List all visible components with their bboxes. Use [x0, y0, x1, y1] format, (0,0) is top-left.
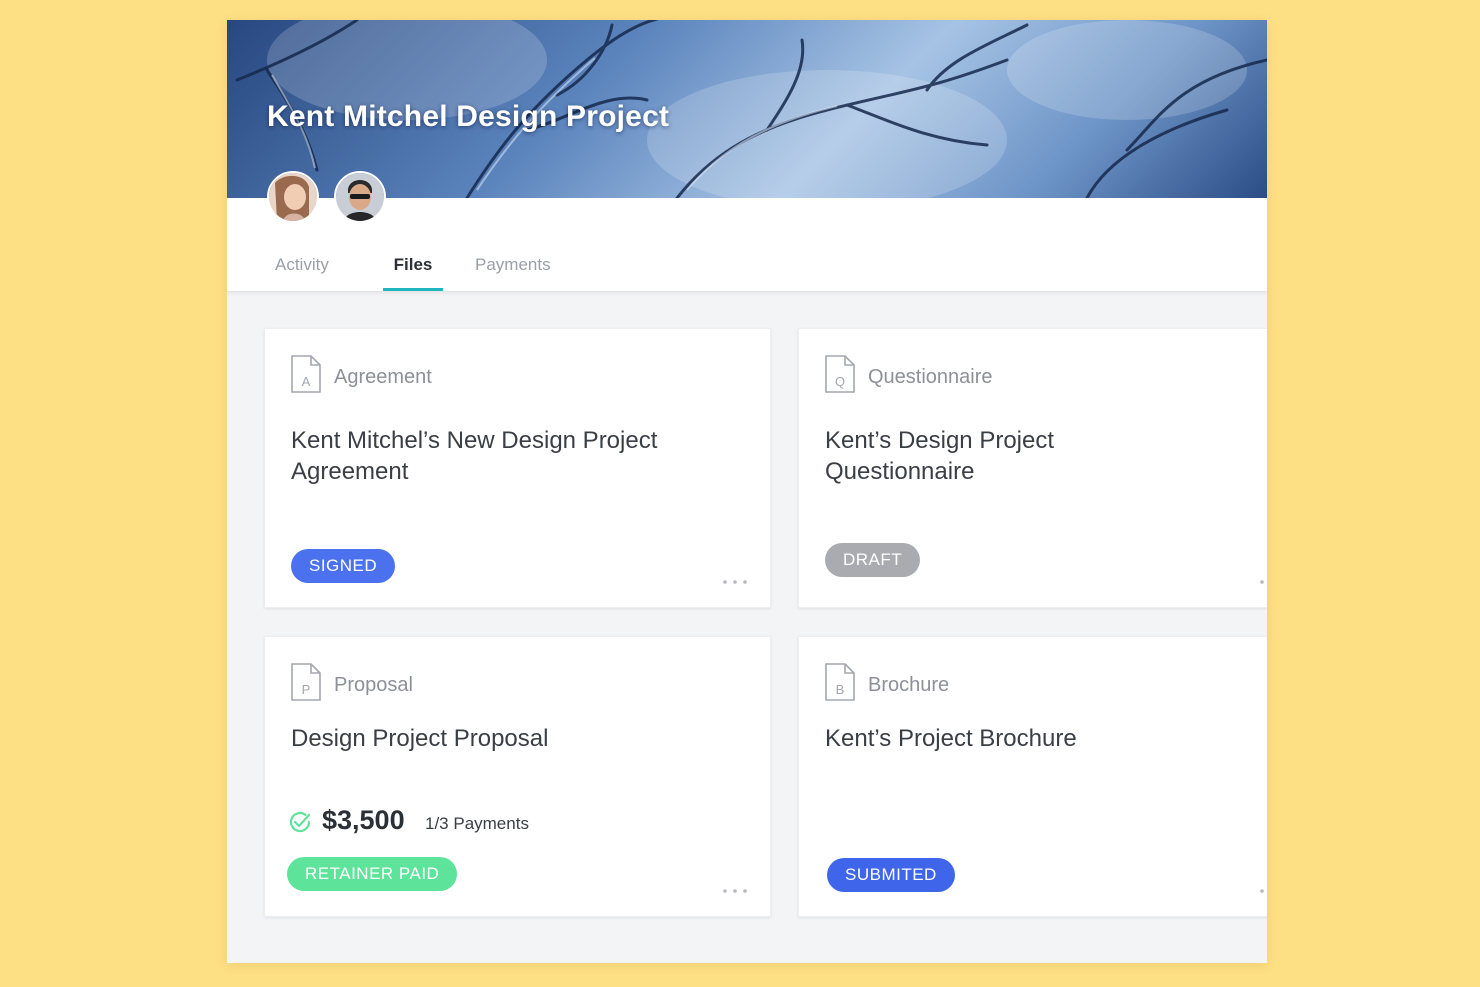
cover-image: Kent Mitchel Design Project — [227, 20, 1267, 198]
tab-activity[interactable]: Activity — [275, 255, 329, 291]
svg-text:A: A — [302, 374, 311, 389]
status-badge: SUBMITED — [827, 858, 955, 892]
avatar-client-image — [269, 173, 317, 221]
project-window: Kent Mitchel Design Project Activity Fil… — [227, 20, 1267, 963]
status-badge: DRAFT — [825, 543, 921, 577]
payments-progress: 1/3 Payments — [425, 814, 529, 833]
more-options-icon[interactable] — [722, 888, 748, 894]
file-title[interactable]: Kent’s Project Brochure — [825, 723, 1205, 754]
tab-payments[interactable]: Payments — [475, 255, 551, 291]
file-title[interactable]: Kent Mitchel’s New Design Project Agreem… — [291, 425, 671, 487]
file-title[interactable]: Kent’s Design Project Questionnaire — [825, 425, 1205, 487]
file-type-label: Agreement — [334, 366, 432, 388]
file-card-brochure[interactable]: B Brochure Kent’s Project Brochure SUBMI… — [798, 636, 1267, 917]
avatar-planner[interactable] — [334, 171, 386, 223]
file-title[interactable]: Design Project Proposal — [291, 723, 671, 754]
project-title: Kent Mitchel Design Project — [267, 100, 670, 133]
file-card-questionnaire[interactable]: Q Questionnaire Kent’s Design Project Qu… — [798, 328, 1267, 608]
more-options-icon[interactable] — [1259, 888, 1267, 894]
avatar-planner-image — [336, 173, 384, 221]
tab-files[interactable]: Files — [383, 255, 443, 291]
payment-amount: $3,500 — [322, 805, 405, 835]
status-badge: SIGNED — [291, 549, 396, 583]
file-type-label: Brochure — [868, 674, 950, 696]
file-type-label: Proposal — [334, 674, 413, 696]
file-card-agreement[interactable]: A Agreement Kent Mitchel’s New Design Pr… — [264, 328, 771, 608]
file-card-proposal[interactable]: P Proposal Design Project Proposal $3,50… — [264, 636, 771, 917]
avatar-client[interactable] — [267, 171, 319, 223]
check-circle-icon — [289, 811, 311, 833]
document-icon: Q — [825, 355, 855, 393]
more-options-icon[interactable] — [722, 579, 748, 585]
file-type-label: Questionnaire — [868, 366, 993, 388]
more-options-icon[interactable] — [1259, 579, 1267, 585]
svg-text:B: B — [836, 682, 845, 697]
svg-text:Q: Q — [835, 374, 845, 389]
document-icon: A — [291, 355, 321, 393]
status-badge: RETAINER PAID — [287, 857, 458, 891]
document-icon: B — [825, 663, 855, 701]
document-icon: P — [291, 663, 321, 701]
svg-text:P: P — [302, 682, 311, 697]
